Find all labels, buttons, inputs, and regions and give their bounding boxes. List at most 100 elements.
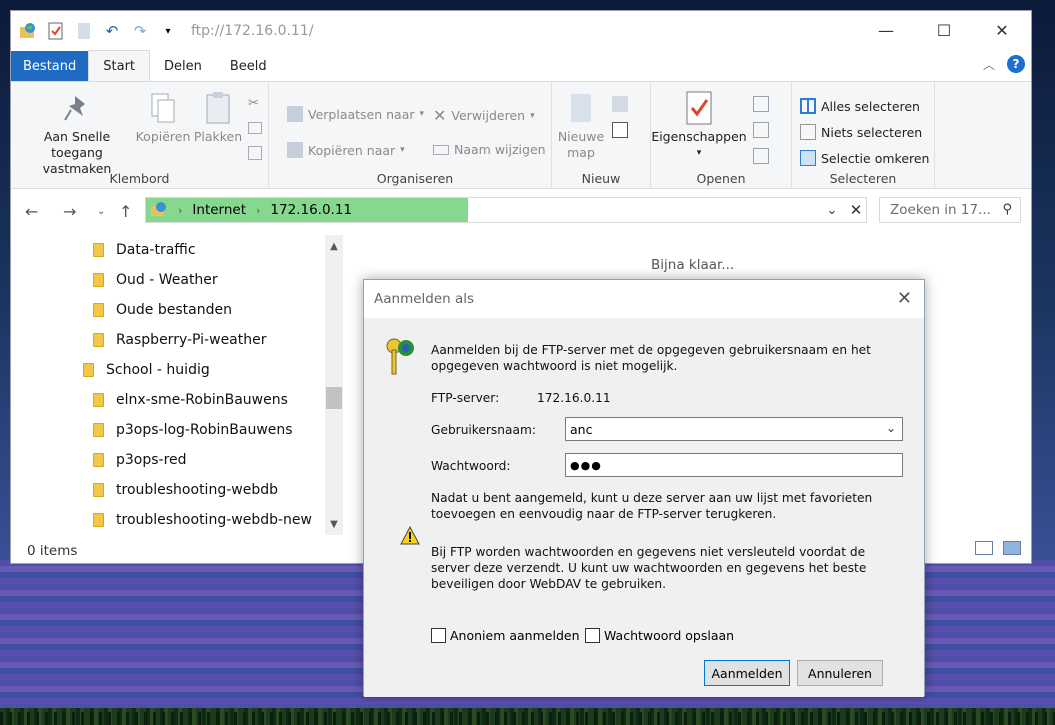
search-icon[interactable]: ⚲ [1002, 202, 1012, 217]
copy-icon [151, 93, 175, 123]
properties-large-icon [686, 91, 712, 125]
recent-locations-icon[interactable]: ⌄ [97, 206, 105, 217]
tree-item[interactable]: troubleshooting-webdb [93, 479, 278, 501]
redo-icon[interactable]: ↷ [131, 22, 149, 40]
history-icon[interactable] [753, 148, 769, 164]
scroll-down-icon[interactable]: ▼ [325, 515, 343, 533]
help-icon[interactable]: ? [1007, 55, 1025, 73]
breadcrumb-internet[interactable]: Internet [192, 202, 246, 218]
paste-shortcut-icon[interactable] [248, 146, 262, 160]
save-password-checkbox[interactable]: Wachtwoord opslaan [585, 628, 734, 643]
tree-item[interactable]: Oud - Weather [93, 269, 218, 291]
tree-item[interactable]: p3ops-log-RobinBauwens [93, 419, 293, 441]
dialog-close-icon[interactable]: ✕ [897, 288, 912, 309]
minimize-button[interactable]: — [857, 11, 915, 49]
select-all-button[interactable]: Alles selecteren [800, 98, 920, 114]
properties-icon[interactable] [47, 22, 65, 40]
maximize-button[interactable]: ☐ [915, 11, 973, 49]
address-bar[interactable]: › Internet › 172.16.0.11 [145, 197, 867, 223]
paste-label: Plakken [193, 129, 243, 144]
address-dropdown-icon[interactable]: ⌄ [821, 197, 843, 223]
login-button[interactable]: Aanmelden [704, 660, 790, 686]
up-icon[interactable]: ↑ [119, 202, 132, 221]
delete-button[interactable]: ✕ Verwijderen ▾ [433, 106, 535, 125]
checkbox-box[interactable] [431, 628, 446, 643]
tab-start[interactable]: Start [88, 50, 151, 81]
group-klembord: Aan Snelle toegang vastmaken Kopiëren Pl… [11, 82, 269, 188]
new-folder-button[interactable]: Nieuwe map [556, 90, 606, 161]
scroll-up-icon[interactable]: ▲ [325, 237, 343, 255]
tab-delen[interactable]: Delen [150, 51, 216, 81]
tree-item[interactable]: Oude bestanden [93, 299, 232, 321]
customize-toolbar-icon[interactable]: ▾ [159, 22, 177, 40]
save-password-label: Wachtwoord opslaan [604, 628, 735, 643]
chevron-down-icon[interactable]: ⌄ [886, 421, 896, 435]
rename-button[interactable]: Naam wijzigen [433, 142, 546, 157]
paste-button[interactable]: Plakken [193, 90, 243, 145]
tree-item[interactable]: School - huidig [83, 359, 210, 381]
username-combobox[interactable]: anc ⌄ [565, 417, 903, 441]
item-count: 0 items [27, 543, 78, 559]
navigation-pane: Data-traffic Oud - Weather Oude bestande… [11, 235, 345, 535]
rename-icon [433, 144, 449, 155]
folder-icon [93, 393, 104, 407]
properties-button[interactable]: Eigenschappen ▾ [651, 90, 747, 161]
search-input[interactable]: Zoeken in 17... ⚲ [879, 197, 1021, 223]
tree-scrollbar[interactable]: ▲ ▼ [325, 235, 343, 535]
collapse-ribbon-icon[interactable]: ︿ [983, 56, 995, 73]
folder-icon [93, 453, 104, 467]
new-item-icon[interactable] [612, 96, 628, 112]
cut-icon[interactable]: ✂ [248, 96, 264, 112]
network-folder-icon [19, 22, 37, 40]
easy-access-icon[interactable] [612, 122, 628, 138]
forward-icon[interactable]: → [63, 202, 76, 221]
delete-icon: ✕ [433, 106, 447, 125]
tab-bestand[interactable]: Bestand [11, 51, 89, 81]
quick-access-toolbar: ↶ ↷ ▾ [11, 22, 177, 40]
tree-item[interactable]: elnx-sme-RobinBauwens [93, 389, 288, 411]
paste-icon [206, 92, 230, 124]
tree-item[interactable]: troubleshooting-webdb-new [93, 509, 312, 531]
pin-icon [64, 96, 85, 121]
anonymous-checkbox[interactable]: Anoniem aanmelden [431, 628, 580, 643]
stop-icon[interactable]: ✕ [845, 197, 867, 223]
copy-to-icon [287, 142, 303, 158]
pin-quick-access-button[interactable]: Aan Snelle toegang vastmaken [17, 90, 137, 177]
undo-icon[interactable]: ↶ [103, 22, 121, 40]
tab-beeld[interactable]: Beeld [216, 51, 281, 81]
tree-item[interactable]: p3ops-red [93, 449, 187, 471]
password-field[interactable]: ●●● [565, 453, 903, 477]
search-placeholder: Zoeken in 17... [890, 202, 991, 218]
scroll-thumb[interactable] [326, 387, 342, 409]
ribbon-tabs: Bestand Start Delen Beeld ︿ ? [11, 50, 1031, 81]
back-icon[interactable]: ← [25, 202, 38, 221]
dialog-title: Aanmelden als [374, 291, 475, 307]
title-bar: ↶ ↷ ▾ ftp://172.16.0.11/ — ☐ ✕ [11, 11, 1031, 51]
group-organiseren: Verplaatsen naar ▾ Kopiëren naar ▾ ✕ Verwi… [279, 82, 552, 188]
close-button[interactable]: ✕ [973, 11, 1031, 49]
copy-label: Kopiëren [135, 129, 191, 144]
window-controls: — ☐ ✕ [857, 11, 1031, 49]
tree-item[interactable]: Raspberry-Pi-weather [93, 329, 267, 351]
checkbox-box[interactable] [585, 628, 600, 643]
large-icons-view-icon[interactable] [1003, 541, 1021, 555]
copy-to-button[interactable]: Kopiëren naar ▾ [287, 142, 405, 158]
tree-item[interactable]: Data-traffic [93, 239, 196, 261]
invert-selection-button[interactable]: Selectie omkeren [800, 150, 929, 166]
password-value: ●●● [570, 458, 602, 472]
details-view-icon[interactable] [975, 541, 993, 555]
folder-icon [93, 273, 104, 287]
select-all-label: Alles selecteren [821, 98, 920, 114]
warning-text: Bij FTP worden wachtwoorden en gegevens … [431, 545, 867, 591]
select-none-button[interactable]: Niets selecteren [800, 124, 922, 140]
folder-icon [571, 94, 591, 122]
username-value: anc [570, 421, 593, 437]
breadcrumb-host[interactable]: 172.16.0.11 [270, 202, 352, 218]
new-folder-icon[interactable] [75, 22, 93, 40]
move-to-button[interactable]: Verplaatsen naar ▾ [287, 106, 424, 122]
copy-path-icon[interactable] [248, 122, 262, 134]
edit-icon[interactable] [753, 122, 769, 138]
cancel-button[interactable]: Annuleren [797, 660, 883, 686]
copy-button[interactable]: Kopiëren [135, 90, 191, 145]
open-icon[interactable] [753, 96, 769, 112]
